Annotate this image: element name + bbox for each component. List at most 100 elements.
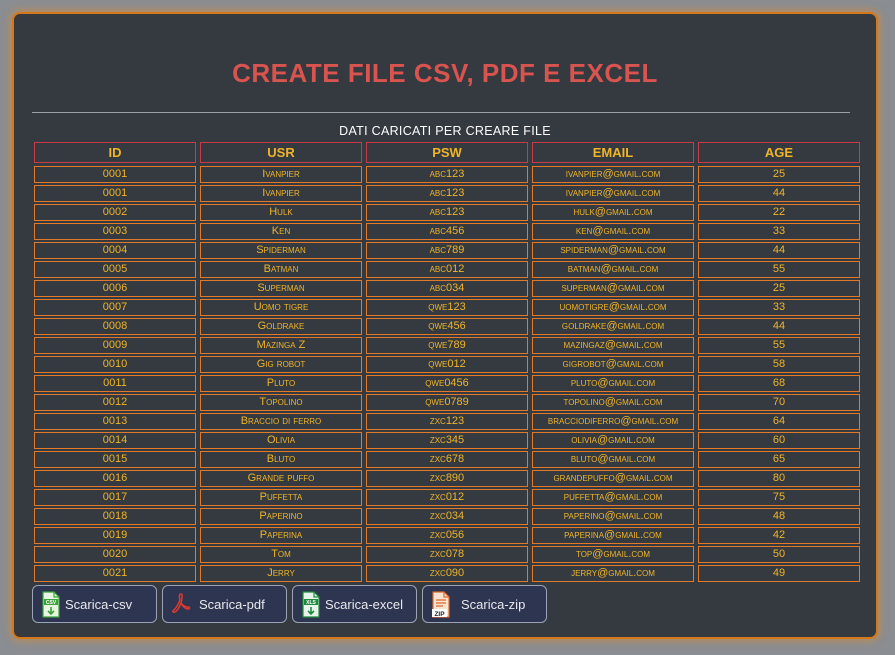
cell-age: 33 bbox=[698, 223, 860, 240]
cell-id: 0019 bbox=[34, 527, 196, 544]
main-panel: CREATE FILE CSV, PDF E EXCEL DATI CARICA… bbox=[12, 12, 878, 639]
column-header-age: AGE bbox=[698, 142, 860, 163]
excel-file-icon: XLS bbox=[302, 591, 320, 618]
cell-psw: zxc056 bbox=[366, 527, 528, 544]
cell-usr: Ken bbox=[200, 223, 362, 240]
title-divider bbox=[32, 112, 850, 113]
cell-id: 0008 bbox=[34, 318, 196, 335]
cell-age: 49 bbox=[698, 565, 860, 582]
cell-usr: Puffetta bbox=[200, 489, 362, 506]
cell-psw: abc123 bbox=[366, 166, 528, 183]
cell-id: 0016 bbox=[34, 470, 196, 487]
cell-psw: abc789 bbox=[366, 242, 528, 259]
cell-email: grandepuffo@gmail.com bbox=[532, 470, 694, 487]
cell-age: 64 bbox=[698, 413, 860, 430]
cell-id: 0010 bbox=[34, 356, 196, 373]
cell-psw: qwe123 bbox=[366, 299, 528, 316]
cell-email: puffetta@gmail.com bbox=[532, 489, 694, 506]
cell-age: 44 bbox=[698, 242, 860, 259]
download-zip-label: Scarica-zip bbox=[461, 597, 526, 612]
cell-email: batman@gmail.com bbox=[532, 261, 694, 278]
zip-file-icon: ZIP bbox=[432, 591, 450, 618]
cell-email: ken@gmail.com bbox=[532, 223, 694, 240]
cell-usr: Ivanpier bbox=[200, 185, 362, 202]
download-csv-label: Scarica-csv bbox=[65, 597, 133, 612]
cell-usr: Olivia bbox=[200, 432, 362, 449]
download-excel-button[interactable]: XLS Scarica-excel bbox=[292, 585, 417, 623]
cell-age: 75 bbox=[698, 489, 860, 506]
cell-psw: abc034 bbox=[366, 280, 528, 297]
cell-psw: zxc012 bbox=[366, 489, 528, 506]
cell-email: ivanpier@gmail.com bbox=[532, 185, 694, 202]
column-header-psw: PSW bbox=[366, 142, 528, 163]
cell-psw: zxc123 bbox=[366, 413, 528, 430]
cell-email: gigrobot@gmail.com bbox=[532, 356, 694, 373]
cell-psw: qwe0456 bbox=[366, 375, 528, 392]
cell-psw: zxc034 bbox=[366, 508, 528, 525]
cell-id: 0015 bbox=[34, 451, 196, 468]
cell-email: goldrake@gmail.com bbox=[532, 318, 694, 335]
cell-usr: Bluto bbox=[200, 451, 362, 468]
cell-email: hulk@gmail.com bbox=[532, 204, 694, 221]
download-pdf-button[interactable]: Scarica-pdf bbox=[162, 585, 287, 623]
cell-psw: abc123 bbox=[366, 204, 528, 221]
cell-id: 0003 bbox=[34, 223, 196, 240]
cell-id: 0006 bbox=[34, 280, 196, 297]
cell-id: 0020 bbox=[34, 546, 196, 563]
cell-usr: Uomo tigre bbox=[200, 299, 362, 316]
cell-email: mazingaz@gmail.com bbox=[532, 337, 694, 354]
zip-icon-text: ZIP bbox=[434, 611, 445, 618]
cell-age: 48 bbox=[698, 508, 860, 525]
cell-usr: Ivanpier bbox=[200, 166, 362, 183]
cell-psw: zxc090 bbox=[366, 565, 528, 582]
column-header-usr: USR bbox=[200, 142, 362, 163]
column-header-id: ID bbox=[34, 142, 196, 163]
cell-usr: Spiderman bbox=[200, 242, 362, 259]
cell-age: 70 bbox=[698, 394, 860, 411]
cell-age: 22 bbox=[698, 204, 860, 221]
table-caption: DATI CARICATI PER CREARE FILE bbox=[339, 124, 551, 138]
page-title: CREATE FILE CSV, PDF E EXCEL bbox=[232, 58, 658, 88]
cell-id: 0001 bbox=[34, 185, 196, 202]
cell-usr: Hulk bbox=[200, 204, 362, 221]
cell-id: 0012 bbox=[34, 394, 196, 411]
cell-usr: Topolino bbox=[200, 394, 362, 411]
cell-id: 0014 bbox=[34, 432, 196, 449]
cell-id: 0021 bbox=[34, 565, 196, 582]
cell-id: 0018 bbox=[34, 508, 196, 525]
cell-usr: Goldrake bbox=[200, 318, 362, 335]
cell-usr: Tom bbox=[200, 546, 362, 563]
cell-age: 60 bbox=[698, 432, 860, 449]
cell-email: ivanpier@gmail.com bbox=[532, 166, 694, 183]
cell-usr: Braccio di ferro bbox=[200, 413, 362, 430]
cell-id: 0001 bbox=[34, 166, 196, 183]
cell-usr: Paperina bbox=[200, 527, 362, 544]
cell-id: 0004 bbox=[34, 242, 196, 259]
cell-email: uomotigre@gmail.com bbox=[532, 299, 694, 316]
cell-age: 44 bbox=[698, 185, 860, 202]
excel-icon-text: XLS bbox=[306, 600, 316, 606]
cell-psw: qwe789 bbox=[366, 337, 528, 354]
cell-usr: Superman bbox=[200, 280, 362, 297]
cell-usr: Jerry bbox=[200, 565, 362, 582]
column-header-email: EMAIL bbox=[532, 142, 694, 163]
cell-psw: qwe456 bbox=[366, 318, 528, 335]
cell-email: top@gmail.com bbox=[532, 546, 694, 563]
cell-psw: abc123 bbox=[366, 185, 528, 202]
cell-age: 25 bbox=[698, 166, 860, 183]
download-zip-button[interactable]: ZIP Scarica-zip bbox=[422, 585, 547, 623]
cell-email: superman@gmail.com bbox=[532, 280, 694, 297]
cell-email: spiderman@gmail.com bbox=[532, 242, 694, 259]
cell-id: 0017 bbox=[34, 489, 196, 506]
cell-age: 33 bbox=[698, 299, 860, 316]
cell-psw: qwe0789 bbox=[366, 394, 528, 411]
cell-age: 58 bbox=[698, 356, 860, 373]
cell-age: 55 bbox=[698, 337, 860, 354]
pdf-icon bbox=[172, 593, 191, 613]
download-pdf-label: Scarica-pdf bbox=[199, 597, 265, 612]
cell-age: 44 bbox=[698, 318, 860, 335]
cell-usr: Batman bbox=[200, 261, 362, 278]
cell-id: 0005 bbox=[34, 261, 196, 278]
cell-id: 0009 bbox=[34, 337, 196, 354]
download-csv-button[interactable]: CSV Scarica-csv bbox=[32, 585, 157, 623]
